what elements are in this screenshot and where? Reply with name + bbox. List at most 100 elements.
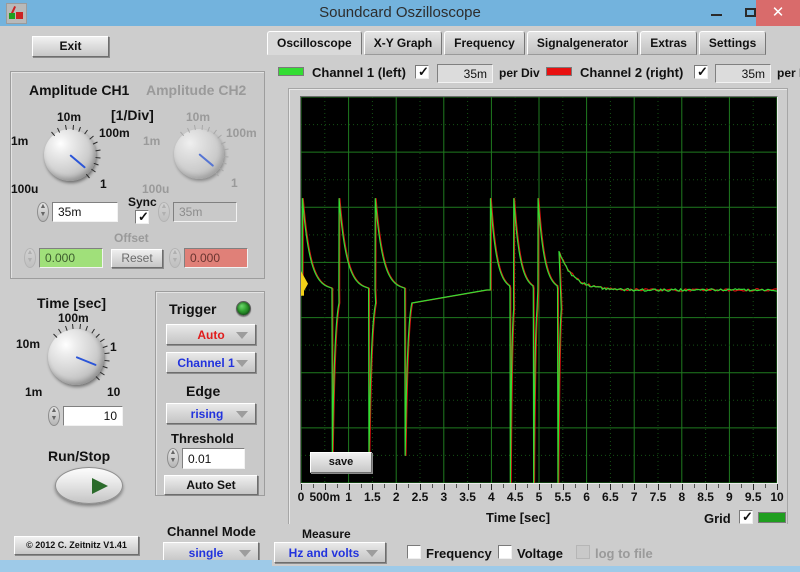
edge-label: Edge [186, 383, 220, 399]
offset-reset-button[interactable]: Reset [111, 249, 163, 268]
knob-tick [223, 156, 228, 157]
channel-mode-label: Channel Mode [167, 524, 256, 539]
channel1-per-div-value[interactable]: 35m [437, 64, 493, 83]
knob-tick [91, 169, 96, 173]
amplitude-ch1-tick-100m: 100m [99, 126, 130, 140]
amplitude-ch1-tick-100u: 100u [11, 182, 38, 196]
x-axis-tick-label: 7 [631, 490, 638, 504]
measure-mode-combo[interactable]: Hz and volts [274, 542, 386, 563]
offset-ch1-spinner[interactable]: ▲ ▼ [24, 248, 36, 268]
x-axis-minor-tick [718, 484, 719, 488]
amplitude-ch1-tick-10m: 10m [57, 110, 81, 124]
trigger-edge-combo[interactable]: rising [166, 403, 256, 424]
x-axis-minor-tick [646, 484, 647, 488]
x-axis-tick-label: 9.5 [745, 490, 762, 504]
knob-tick [201, 125, 202, 130]
x-axis-title: Time [sec] [486, 510, 550, 525]
amplitude-ch1-spinner[interactable]: ▲ ▼ [37, 202, 49, 222]
x-axis-minor-tick [622, 484, 623, 488]
amplitude-ch2-spinner[interactable]: ▲ ▼ [158, 202, 170, 222]
time-tick-1m: 1m [25, 385, 42, 399]
x-axis-minor-tick [765, 484, 766, 488]
grid-color-swatch[interactable] [758, 512, 786, 523]
title-bar: Soundcard Oszilloscope ✕ [0, 0, 800, 26]
exit-button[interactable]: Exit [32, 36, 109, 57]
threshold-spinner[interactable]: ▲ ▼ [167, 448, 179, 468]
frequency-checkbox[interactable] [407, 545, 421, 559]
application-window: Soundcard Oszilloscope ✕ Exit Oscillosco… [0, 0, 800, 572]
amplitude-ch1-value[interactable]: 35m [52, 202, 118, 222]
log-to-file-checkbox [576, 545, 590, 559]
amplitude-ch2-tick-1: 1 [231, 176, 238, 190]
measure-mode-value: Hz and volts [289, 546, 360, 560]
channel2-color-swatch [546, 67, 572, 76]
offset-ch2-value[interactable]: 0.000 [184, 248, 248, 268]
x-axis-tick-label: 4.5 [507, 490, 524, 504]
x-axis-tick-label: 1.5 [364, 490, 381, 504]
knob-tick [104, 360, 109, 362]
threshold-value[interactable]: 0.01 [182, 448, 245, 469]
channel2-per-div-value[interactable]: 35m [715, 64, 771, 83]
amplitude-panel: Amplitude CH1 Amplitude CH2 [1/Div] 1m 1… [10, 71, 265, 279]
x-axis-tick-label: 5.5 [554, 490, 571, 504]
voltage-label: Voltage [517, 546, 563, 561]
tab-xy-graph[interactable]: X-Y Graph [364, 31, 442, 55]
channel1-label: Channel 1 (left) [312, 65, 406, 80]
x-axis-tick-label: 2.5 [412, 490, 429, 504]
sync-label: Sync [128, 195, 157, 209]
voltage-checkbox[interactable] [498, 545, 512, 559]
grid-checkbox[interactable]: ✓ [739, 510, 753, 524]
x-axis-tick-label: 1 [345, 490, 352, 504]
trigger-mode-combo[interactable]: Auto [166, 324, 256, 345]
measure-bar: Measure Hz and volts Frequency Voltage l… [270, 524, 800, 572]
chevron-down-icon [236, 332, 248, 339]
knob-tick [100, 371, 105, 375]
waveform-canvas [301, 97, 777, 483]
trigger-source-combo[interactable]: Channel 1 [166, 352, 256, 373]
x-axis-minor-tick [527, 484, 528, 488]
amplitude-ch1-tick-1: 1 [100, 177, 107, 191]
run-stop-button[interactable] [55, 467, 123, 504]
tab-oscilloscope[interactable]: Oscilloscope [267, 31, 362, 55]
channel1-color-swatch [278, 67, 304, 76]
auto-set-button[interactable]: Auto Set [164, 475, 258, 495]
x-axis-tick-label: 2 [393, 490, 400, 504]
close-button[interactable]: ✕ [756, 0, 800, 26]
time-value[interactable]: 10 [63, 406, 123, 426]
x-axis-minor-tick [408, 484, 409, 488]
tab-signalgenerator[interactable]: Signalgenerator [527, 31, 638, 55]
oscilloscope-plot[interactable] [300, 96, 778, 484]
sync-checkbox[interactable]: ✓ [135, 210, 149, 224]
measure-title: Measure [302, 527, 351, 541]
save-button[interactable]: save [310, 452, 372, 473]
channel1-enable-checkbox[interactable]: ✓ [415, 65, 429, 79]
window-title: Soundcard Oszilloscope [0, 0, 800, 26]
bottom-strip [0, 566, 800, 572]
knob-tick [96, 376, 100, 380]
amplitude-ch1-knob[interactable] [44, 129, 96, 181]
x-axis-tick-label: 8.5 [697, 490, 714, 504]
knob-tick [194, 125, 196, 130]
time-spinner[interactable]: ▲ ▼ [48, 406, 60, 426]
amplitude-ch2-title: Amplitude CH2 [146, 82, 246, 98]
tab-frequency[interactable]: Frequency [444, 31, 525, 55]
x-axis-minor-tick [503, 484, 504, 488]
knob-tick [72, 125, 73, 130]
tab-extras[interactable]: Extras [640, 31, 697, 55]
offset-ch2-spinner[interactable]: ▲ ▼ [169, 248, 181, 268]
amplitude-ch2-knob[interactable] [174, 129, 224, 179]
amplitude-ch2-tick-10m: 10m [186, 110, 210, 124]
trigger-level-marker[interactable] [301, 282, 304, 296]
amplitude-ch2-tick-1m: 1m [143, 134, 160, 148]
knob-tick [65, 125, 67, 130]
time-tick-10m: 10m [16, 337, 40, 351]
amplitude-ch1-title: Amplitude CH1 [29, 82, 129, 98]
channel2-enable-checkbox[interactable]: ✓ [694, 65, 708, 79]
minimize-button[interactable] [700, 0, 734, 26]
log-to-file-label: log to file [595, 546, 653, 561]
tab-settings[interactable]: Settings [699, 31, 766, 55]
tab-bar: Oscilloscope X-Y Graph Frequency Signalg… [267, 31, 768, 55]
x-axis-minor-tick [694, 484, 695, 488]
offset-ch1-value[interactable]: 0.000 [39, 248, 103, 268]
x-axis-minor-tick [670, 484, 671, 488]
